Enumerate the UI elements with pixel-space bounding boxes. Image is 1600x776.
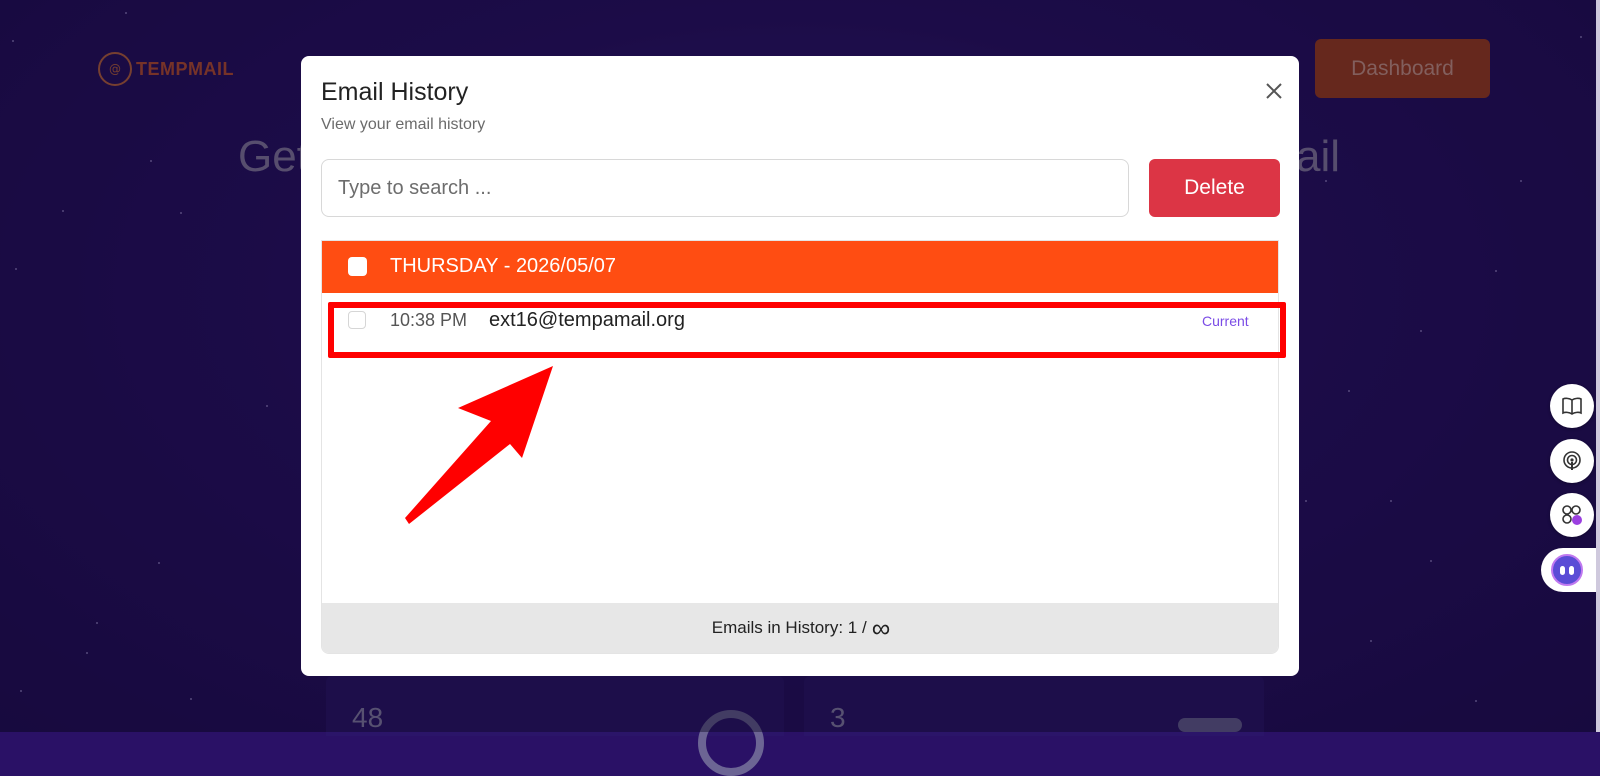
search-input[interactable] <box>321 159 1129 217</box>
annotation-highlight-box <box>328 302 1286 358</box>
history-count-text: Emails in History: 1 / <box>711 618 867 637</box>
date-group-label: THURSDAY - 2026/05/07 <box>390 255 617 277</box>
date-group-header: THURSDAY - 2026/05/07 <box>322 241 1278 293</box>
apps-icon[interactable] <box>1550 493 1594 537</box>
chat-bot-icon <box>1551 554 1583 586</box>
close-icon-svg <box>1266 83 1282 99</box>
apps-icon-svg <box>1562 505 1582 525</box>
close-icon[interactable] <box>1261 80 1287 106</box>
chat-bot-button[interactable] <box>1541 548 1600 592</box>
page-scrollbar[interactable] <box>1596 0 1600 732</box>
history-count-bar: Emails in History: 1 / ∞ <box>322 603 1278 653</box>
podcast-icon-svg <box>1563 451 1581 470</box>
delete-button[interactable]: Delete <box>1149 159 1280 217</box>
podcast-icon[interactable] <box>1550 439 1594 483</box>
modal-subtitle: View your email history <box>321 116 486 133</box>
select-all-checkbox[interactable] <box>348 257 367 276</box>
modal-title: Email History <box>321 78 469 106</box>
annotation-arrow-icon <box>405 366 553 524</box>
book-icon[interactable] <box>1550 384 1594 428</box>
infinity-limit: ∞ <box>871 613 891 643</box>
book-icon-svg <box>1562 397 1582 415</box>
